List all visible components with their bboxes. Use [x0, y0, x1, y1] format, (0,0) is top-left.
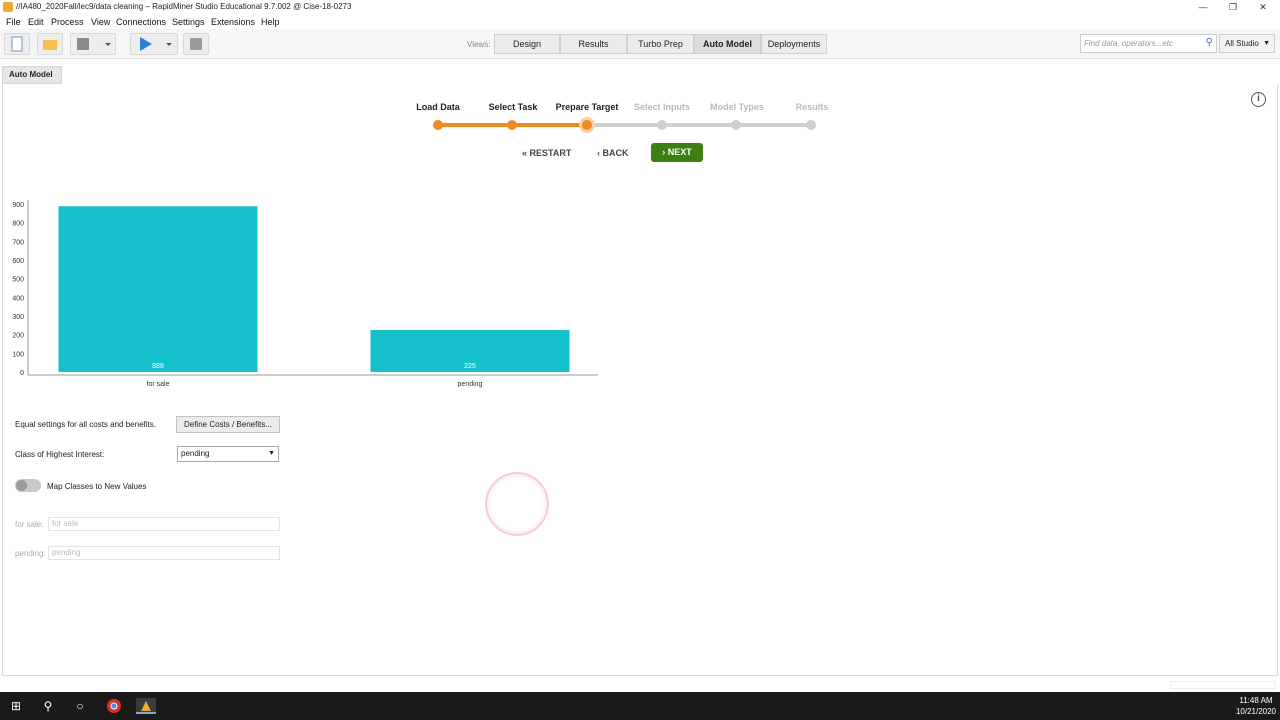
y-tick-label: 800 [12, 221, 24, 228]
bar-value-label: 888 [152, 363, 164, 370]
system-clock[interactable]: 11:48 AM 10/21/2020 [1236, 695, 1276, 717]
class-interest-select[interactable]: pending ▼ [177, 446, 279, 462]
restart-label: RESTART [529, 148, 572, 158]
window-title: //IA480_2020Fall/lec9/data cleaning – Ra… [16, 2, 352, 11]
perspective-value: All Studio [1225, 39, 1259, 48]
rapidminer-app-icon [3, 2, 13, 12]
menu-settings[interactable]: Settings [172, 17, 205, 27]
menu-edit[interactable]: Edit [28, 17, 44, 27]
view-tab-turbo-prep[interactable]: Turbo Prep [627, 34, 694, 54]
menu-process[interactable]: Process [51, 17, 84, 27]
toolbar: Views: Design Results Turbo Prep Auto Mo… [0, 29, 1280, 59]
chevron-right-icon: › [662, 147, 666, 157]
menu-view[interactable]: View [91, 17, 110, 27]
stop-icon [190, 38, 202, 50]
back-label: BACK [602, 148, 629, 158]
view-tab-results[interactable]: Results [560, 34, 627, 54]
y-tick-label: 0 [20, 370, 24, 377]
y-tick-label: 500 [12, 277, 24, 284]
run-process-button[interactable] [130, 33, 178, 55]
windows-start-icon[interactable]: ⊞ [8, 698, 24, 714]
stop-process-button[interactable] [183, 33, 209, 55]
chrome-icon[interactable] [106, 698, 122, 714]
y-tick-label: 200 [12, 333, 24, 340]
map-input-pending: pending [48, 546, 280, 560]
y-tick-label: 400 [12, 295, 24, 302]
step-dot [433, 120, 443, 130]
search-placeholder: Find data, operators...etc [1084, 39, 1173, 48]
define-costs-button[interactable]: Define Costs / Benefits... [176, 416, 280, 433]
costs-label: Equal settings for all costs and benefit… [15, 420, 156, 429]
step-dot [582, 120, 592, 130]
next-button[interactable]: › NEXT [651, 143, 703, 162]
map-label-pending: pending: [15, 549, 46, 558]
loading-spinner [485, 472, 549, 536]
x-tick-label: pending [458, 381, 483, 388]
back-button[interactable]: ‹ BACK [597, 146, 629, 160]
clock-date: 10/21/2020 [1235, 707, 1276, 716]
bar [58, 206, 258, 372]
menu-file[interactable]: File [6, 17, 21, 27]
rapidminer-taskbar-icon[interactable] [136, 698, 156, 714]
view-tab-design[interactable]: Design [494, 34, 560, 54]
new-file-icon [11, 36, 23, 52]
restart-button[interactable]: « RESTART [522, 146, 571, 160]
close-button[interactable]: ✕ [1248, 0, 1278, 15]
info-icon[interactable]: i [1251, 92, 1266, 107]
views-label: Views: [467, 40, 491, 49]
status-bar [1170, 681, 1276, 689]
chevron-down-icon: ▼ [268, 450, 275, 457]
search-icon[interactable]: ⚲ [40, 698, 56, 714]
step-dot [657, 120, 667, 130]
map-input-for-sale: for sale [48, 517, 280, 531]
map-label-for-sale: for sale: [15, 520, 44, 529]
step-results: Results [795, 102, 829, 112]
new-process-button[interactable] [4, 33, 30, 55]
global-search-input[interactable]: Find data, operators...etc ⚲ [1080, 34, 1217, 53]
y-tick-label: 700 [12, 239, 24, 246]
step-dot [507, 120, 517, 130]
class-distribution-chart: 0 100 200 300 400 500 600 700 800 900 888 for sale 2… [12, 200, 598, 388]
chevron-left-icon: ‹ [597, 148, 600, 158]
toggle-knob [16, 480, 27, 491]
view-tab-deployments[interactable]: Deployments [761, 34, 827, 54]
save-process-button[interactable] [70, 33, 116, 55]
open-process-button[interactable] [37, 33, 63, 55]
y-tick-label: 900 [12, 202, 24, 209]
restore-button[interactable]: ❐ [1218, 0, 1248, 15]
perspective-dropdown[interactable]: All Studio ▼ [1219, 34, 1275, 53]
step-dot [731, 120, 741, 130]
save-icon [77, 38, 111, 50]
folder-icon [43, 40, 57, 50]
step-dot [806, 120, 816, 130]
chevron-down-icon: ▼ [1263, 40, 1270, 47]
double-chevron-left-icon: « [522, 148, 528, 158]
title-bar: //IA480_2020Fall/lec9/data cleaning – Ra… [0, 0, 1280, 15]
y-tick-label: 600 [12, 258, 24, 265]
menu-extensions[interactable]: Extensions [211, 17, 255, 27]
play-icon [140, 37, 172, 51]
view-tab-auto-model[interactable]: Auto Model [694, 34, 761, 54]
map-classes-toggle[interactable] [15, 479, 41, 492]
next-label: NEXT [667, 147, 692, 157]
y-tick-label: 300 [12, 314, 24, 321]
y-tick-label: 100 [12, 351, 24, 358]
x-tick-label: for sale [147, 381, 170, 388]
class-interest-value: pending [181, 449, 210, 458]
minimize-button[interactable]: — [1188, 0, 1218, 15]
panel-tab-auto-model[interactable]: Auto Model [2, 66, 62, 84]
windows-taskbar: ⊞ ⚲ ○ 11:48 AM 10/21/2020 [0, 692, 1280, 720]
cortana-icon[interactable]: ○ [72, 698, 88, 714]
bar-value-label: 225 [464, 363, 476, 370]
map-classes-label: Map Classes to New Values [47, 482, 147, 491]
search-icon[interactable]: ⚲ [1206, 37, 1213, 48]
menu-bar: File Edit Process View Connections Setti… [0, 15, 1280, 29]
menu-help[interactable]: Help [261, 17, 280, 27]
menu-connections[interactable]: Connections [116, 17, 166, 27]
class-interest-label: Class of Highest Interest: [15, 450, 105, 459]
clock-time: 11:48 AM [1239, 696, 1273, 705]
